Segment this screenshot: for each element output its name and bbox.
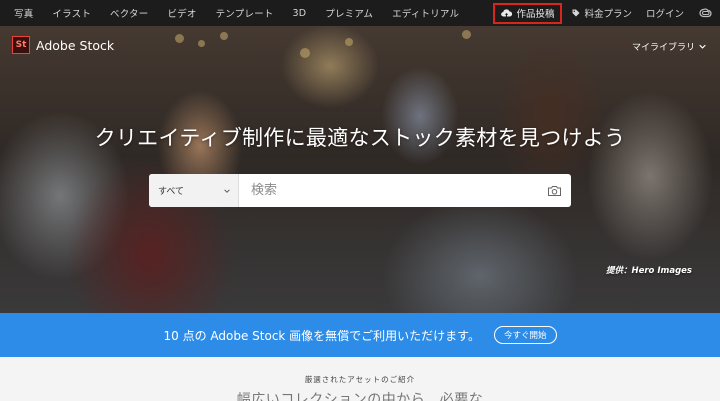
nav-videos[interactable]: ビデオ — [167, 6, 196, 20]
pricing-label: 料金プラン — [584, 9, 632, 20]
hero-headline: クリエイティブ制作に最適なストック素材を見つけよう — [94, 126, 626, 150]
search-scope-select[interactable]: すべて — [149, 174, 239, 207]
start-now-button[interactable]: 今すぐ開始 — [493, 326, 557, 344]
creative-cloud-icon[interactable] — [698, 6, 712, 20]
adobe-stock-logo: St — [12, 36, 30, 54]
nav-premium[interactable]: プレミアム — [325, 6, 373, 20]
category-nav: 写真 イラスト ベクター ビデオ テンプレート 3D プレミアム エディトリアル — [0, 0, 478, 26]
search-scope-value: すべて — [158, 187, 185, 197]
my-library-dropdown[interactable]: マイライブラリ — [632, 40, 706, 53]
free-trial-banner: 10 点の Adobe Stock 画像を無償でご利用いただけます。 今すぐ開始 — [0, 313, 720, 357]
featured-subtitle: 幅広いコレクションの中から、必要な — [236, 392, 484, 401]
library-label: マイライブラリ — [631, 43, 695, 53]
brand-logo[interactable]: St Adobe Stock — [12, 36, 114, 54]
nav-editorial[interactable]: エディトリアル — [392, 6, 459, 20]
photo-credit: 提供：Hero Images — [605, 266, 692, 276]
nav-3d[interactable]: 3D — [292, 8, 306, 19]
tag-icon — [572, 9, 580, 17]
chevron-down-icon — [224, 188, 230, 193]
upload-contribution-button[interactable]: 作品投稿 — [493, 2, 563, 24]
search-bar: すべて — [149, 174, 571, 207]
nav-illustrations[interactable]: イラスト — [52, 6, 91, 20]
top-navigation: 写真 イラスト ベクター ビデオ テンプレート 3D プレミアム エディトリアル… — [0, 0, 720, 26]
nav-templates[interactable]: テンプレート — [216, 6, 274, 20]
nav-vectors[interactable]: ベクター — [110, 6, 148, 20]
chevron-down-icon — [699, 44, 706, 49]
login-label: ログイン — [645, 9, 684, 20]
camera-icon[interactable] — [537, 174, 571, 207]
brand-name: Adobe Stock — [36, 37, 115, 53]
account-nav: 作品投稿 料金プラン ログイン — [493, 0, 712, 26]
featured-eyebrow: 厳選されたアセットのご紹介 — [304, 375, 416, 384]
nav-photos[interactable]: 写真 — [14, 6, 33, 20]
featured-section: 厳選されたアセットのご紹介 幅広いコレクションの中から、必要な — [0, 357, 720, 401]
search-input[interactable] — [239, 174, 537, 207]
promo-text: 10 点の Adobe Stock 画像を無償でご利用いただけます。 — [163, 328, 480, 343]
pricing-link[interactable]: 料金プラン — [572, 6, 632, 20]
upload-label: 作品投稿 — [516, 9, 555, 20]
login-link[interactable]: ログイン — [646, 6, 684, 20]
hero-banner: St Adobe Stock マイライブラリ クリエイティブ制作に最適なストック… — [0, 26, 720, 313]
cloud-upload-icon — [501, 8, 513, 17]
